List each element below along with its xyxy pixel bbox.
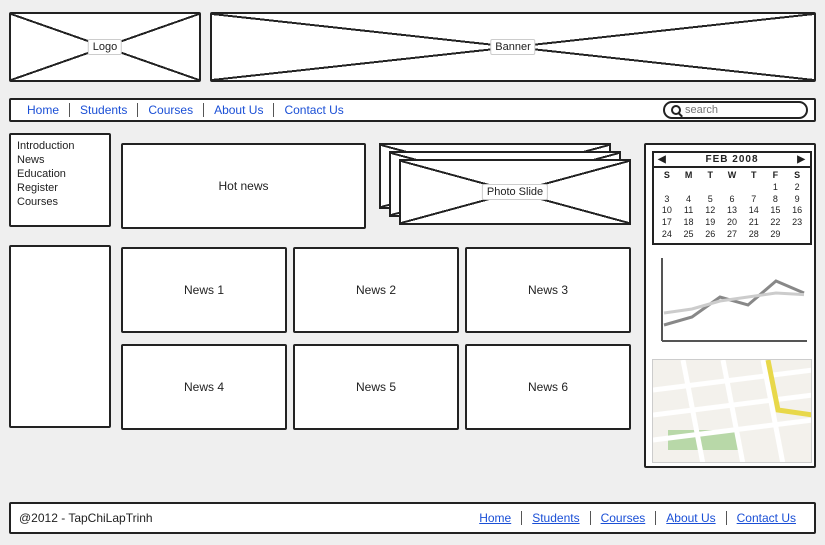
calendar-next-icon[interactable]: ▶ (797, 154, 806, 165)
sidebar: Introduction News Education Register Cou… (9, 133, 111, 227)
calendar-day[interactable]: 3 (656, 194, 678, 206)
calendar-day[interactable]: 22 (765, 217, 787, 229)
news-label: News 4 (184, 380, 224, 394)
calendar-prev-icon[interactable]: ◀ (658, 154, 667, 165)
calendar-day[interactable]: 20 (721, 217, 743, 229)
calendar-day[interactable]: 21 (743, 217, 765, 229)
sidebar-item-news[interactable]: News (17, 153, 103, 167)
nav-about[interactable]: About Us (204, 103, 273, 117)
calendar-day[interactable]: 13 (721, 205, 743, 217)
right-column: ◀ FEB 2008 ▶ SMTWTFS12345678910111213141… (644, 143, 816, 468)
banner-label: Banner (490, 39, 535, 55)
calendar-day (699, 182, 721, 194)
calendar-day[interactable]: 27 (721, 229, 743, 241)
calendar-day[interactable]: 14 (743, 205, 765, 217)
calendar-weekday: F (765, 170, 787, 182)
calendar-day (678, 182, 700, 194)
line-chart (652, 253, 812, 349)
logo-label: Logo (88, 39, 122, 55)
calendar-day[interactable]: 5 (699, 194, 721, 206)
calendar-day[interactable]: 18 (678, 217, 700, 229)
footer-link-students[interactable]: Students (522, 511, 589, 525)
calendar-day[interactable]: 28 (743, 229, 765, 241)
news-label: News 5 (356, 380, 396, 394)
calendar-day[interactable]: 12 (699, 205, 721, 217)
calendar-day[interactable]: 25 (678, 229, 700, 241)
calendar-weekday: T (743, 170, 765, 182)
sidebar-item-education[interactable]: Education (17, 167, 103, 181)
sidebar-blank-panel (9, 245, 111, 428)
footer-link-courses[interactable]: Courses (591, 511, 656, 525)
map-widget[interactable] (652, 359, 812, 463)
footer: @2012 - TapChiLapTrinh Home Students Cou… (9, 502, 816, 534)
calendar-day[interactable]: 7 (743, 194, 765, 206)
calendar-day[interactable]: 17 (656, 217, 678, 229)
calendar-weekday: S (656, 170, 678, 182)
banner-placeholder: Banner (210, 12, 816, 82)
calendar-grid: SMTWTFS123456789101112131415161718192021… (654, 168, 810, 243)
nav-students[interactable]: Students (70, 103, 137, 117)
calendar-day (721, 182, 743, 194)
calendar-day[interactable]: 8 (765, 194, 787, 206)
calendar-title: FEB 2008 (705, 154, 758, 165)
news-card-2[interactable]: News 2 (293, 247, 459, 333)
news-card-5[interactable]: News 5 (293, 344, 459, 430)
footer-link-home[interactable]: Home (469, 511, 521, 525)
calendar-widget[interactable]: ◀ FEB 2008 ▶ SMTWTFS12345678910111213141… (652, 151, 812, 245)
photo-slide-label: Photo Slide (482, 184, 548, 200)
news-label: News 2 (356, 283, 396, 297)
calendar-day[interactable]: 11 (678, 205, 700, 217)
calendar-day[interactable]: 26 (699, 229, 721, 241)
footer-copyright: @2012 - TapChiLapTrinh (19, 511, 153, 525)
sidebar-item-register[interactable]: Register (17, 181, 103, 195)
photo-slide-stack[interactable]: Photo Slide (379, 143, 631, 229)
calendar-day[interactable]: 29 (765, 229, 787, 241)
calendar-day[interactable]: 9 (786, 194, 808, 206)
search-box[interactable] (663, 101, 808, 119)
calendar-weekday: T (699, 170, 721, 182)
calendar-weekday: M (678, 170, 700, 182)
hot-news-label: Hot news (218, 179, 268, 193)
logo-placeholder: Logo (9, 12, 201, 82)
news-label: News 6 (528, 380, 568, 394)
calendar-day[interactable]: 1 (765, 182, 787, 194)
photo-slide-front: Photo Slide (399, 159, 631, 225)
calendar-day[interactable]: 15 (765, 205, 787, 217)
news-card-4[interactable]: News 4 (121, 344, 287, 430)
calendar-day (743, 182, 765, 194)
calendar-day[interactable]: 2 (786, 182, 808, 194)
hot-news-panel[interactable]: Hot news (121, 143, 366, 229)
footer-link-about[interactable]: About Us (656, 511, 725, 525)
nav-contact[interactable]: Contact Us (274, 103, 353, 117)
news-card-1[interactable]: News 1 (121, 247, 287, 333)
calendar-day[interactable]: 23 (786, 217, 808, 229)
nav-home[interactable]: Home (17, 103, 69, 117)
calendar-weekday: W (721, 170, 743, 182)
calendar-day (656, 182, 678, 194)
calendar-day[interactable]: 6 (721, 194, 743, 206)
footer-links: Home Students Courses About Us Contact U… (469, 511, 806, 525)
calendar-day[interactable]: 16 (786, 205, 808, 217)
news-card-3[interactable]: News 3 (465, 247, 631, 333)
footer-link-contact[interactable]: Contact Us (727, 511, 806, 525)
news-label: News 1 (184, 283, 224, 297)
calendar-weekday: S (786, 170, 808, 182)
search-input[interactable] (685, 104, 800, 116)
calendar-day[interactable]: 4 (678, 194, 700, 206)
nav-courses[interactable]: Courses (138, 103, 203, 117)
news-label: News 3 (528, 283, 568, 297)
calendar-day[interactable]: 19 (699, 217, 721, 229)
news-card-6[interactable]: News 6 (465, 344, 631, 430)
top-nav: Home Students Courses About Us Contact U… (9, 98, 816, 122)
calendar-day[interactable]: 10 (656, 205, 678, 217)
sidebar-item-courses[interactable]: Courses (17, 195, 103, 209)
search-icon (671, 105, 681, 115)
calendar-day[interactable]: 24 (656, 229, 678, 241)
sidebar-item-introduction[interactable]: Introduction (17, 139, 103, 153)
